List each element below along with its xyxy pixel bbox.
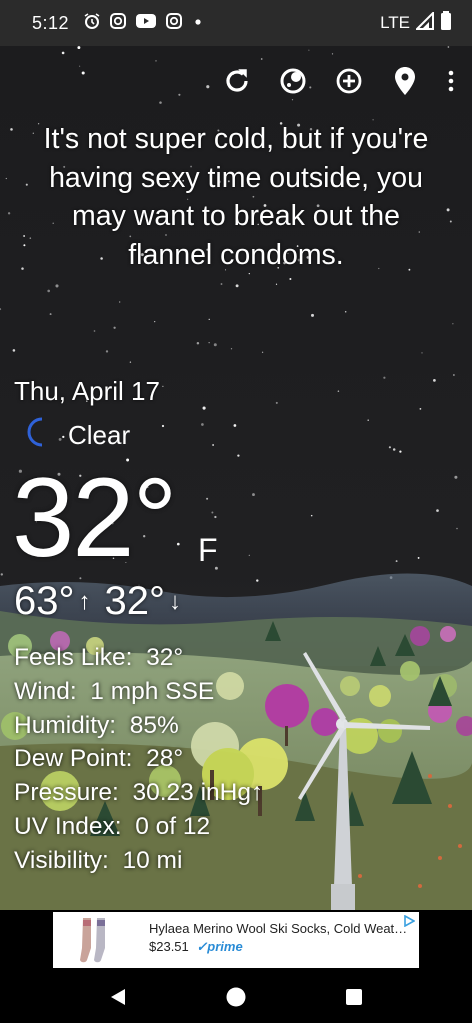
home-icon[interactable] xyxy=(225,986,247,1013)
status-notification-icons xyxy=(83,12,205,35)
system-nav-bar xyxy=(0,976,472,1023)
detail-label: Pressure: xyxy=(14,779,119,807)
detail-label: UV Index: xyxy=(14,812,122,840)
low-temperature: 32° xyxy=(104,579,166,623)
detail-pressure: Pressure: 30.23 inHg↑ xyxy=(14,776,263,810)
ad-title: Hylaea Merino Wool Ski Socks, Cold Weath… xyxy=(149,921,411,936)
detail-visibility: Visibility: 10 mi xyxy=(14,844,263,878)
detail-label: Visibility: xyxy=(14,846,109,874)
ad-price-row: $23.51 ✓prime xyxy=(149,939,243,955)
signal-icon xyxy=(414,10,434,35)
condition-row: Clear xyxy=(22,416,130,455)
detail-value: 1 mph SSE xyxy=(90,677,215,705)
dot-icon xyxy=(191,12,205,35)
location-pin-icon[interactable] xyxy=(388,64,422,98)
recents-icon[interactable] xyxy=(343,986,365,1013)
detail-value: 32° xyxy=(146,644,184,671)
current-temperature: 32° xyxy=(12,455,177,580)
detail-value: 28° xyxy=(146,745,184,773)
detail-value: 0 of 12 xyxy=(135,812,211,840)
detail-value: 10 mi xyxy=(122,846,183,874)
arrow-up-icon: ↑ xyxy=(78,587,91,615)
detail-feels-like: Feels Like: 32° xyxy=(14,641,263,675)
ad-banner[interactable]: Hylaea Merino Wool Ski Socks, Cold Weath… xyxy=(53,912,419,968)
detail-label: Wind: xyxy=(14,677,77,705)
weather-details: Feels Like: 32° Wind: 1 mph SSE Humidity… xyxy=(14,641,263,878)
network-type: LTE xyxy=(380,13,410,32)
high-temperature: 63° xyxy=(14,579,75,623)
moon-icon xyxy=(22,416,54,455)
detail-dew-point: Dew Point: 28° xyxy=(14,742,263,776)
weather-headline: It's not super cold, but if you're havin… xyxy=(43,123,429,271)
youtube-icon xyxy=(135,12,157,35)
back-icon[interactable] xyxy=(107,986,129,1013)
date-label: Thu, April 17 xyxy=(14,376,160,406)
battery-icon xyxy=(440,10,452,36)
detail-value: 85% xyxy=(129,711,179,739)
more-icon[interactable] xyxy=(444,64,458,98)
add-location-icon[interactable] xyxy=(332,64,366,98)
prime-label: prime xyxy=(207,939,243,954)
weather-scene: It's not super cold, but if you're havin… xyxy=(0,46,472,910)
detail-value: 30.23 inHg↑ xyxy=(132,779,264,807)
detail-label: Feels Like: xyxy=(14,644,133,671)
detail-uv-index: UV Index: 0 of 12 xyxy=(14,810,263,844)
status-right: LTE xyxy=(380,10,452,36)
refresh-icon[interactable] xyxy=(220,64,254,98)
ad-price: $23.51 xyxy=(149,939,189,954)
temperature-unit: F xyxy=(198,532,218,568)
instagram-icon xyxy=(109,12,127,35)
socks-product-image xyxy=(71,916,121,964)
ad-bar: Hylaea Merino Wool Ski Socks, Cold Weath… xyxy=(0,910,472,976)
theme-icon[interactable] xyxy=(276,64,310,98)
status-time: 5:12 xyxy=(32,12,70,33)
status-bar: 5:12 LTE xyxy=(0,0,472,46)
instagram-icon xyxy=(165,12,183,35)
detail-label: Dew Point: xyxy=(14,745,133,773)
alarm-icon xyxy=(83,12,101,35)
high-low-row: 63° ↑ 32° ↓ xyxy=(14,579,191,624)
top-toolbar xyxy=(220,64,458,98)
prime-badge: ✓prime xyxy=(196,939,243,954)
condition-label: Clear xyxy=(68,420,131,450)
detail-label: Humidity: xyxy=(14,711,117,739)
arrow-down-icon: ↓ xyxy=(169,587,181,615)
detail-wind: Wind: 1 mph SSE xyxy=(14,675,263,709)
adchoices-icon[interactable] xyxy=(403,914,416,932)
detail-humidity: Humidity: 85% xyxy=(14,709,263,743)
